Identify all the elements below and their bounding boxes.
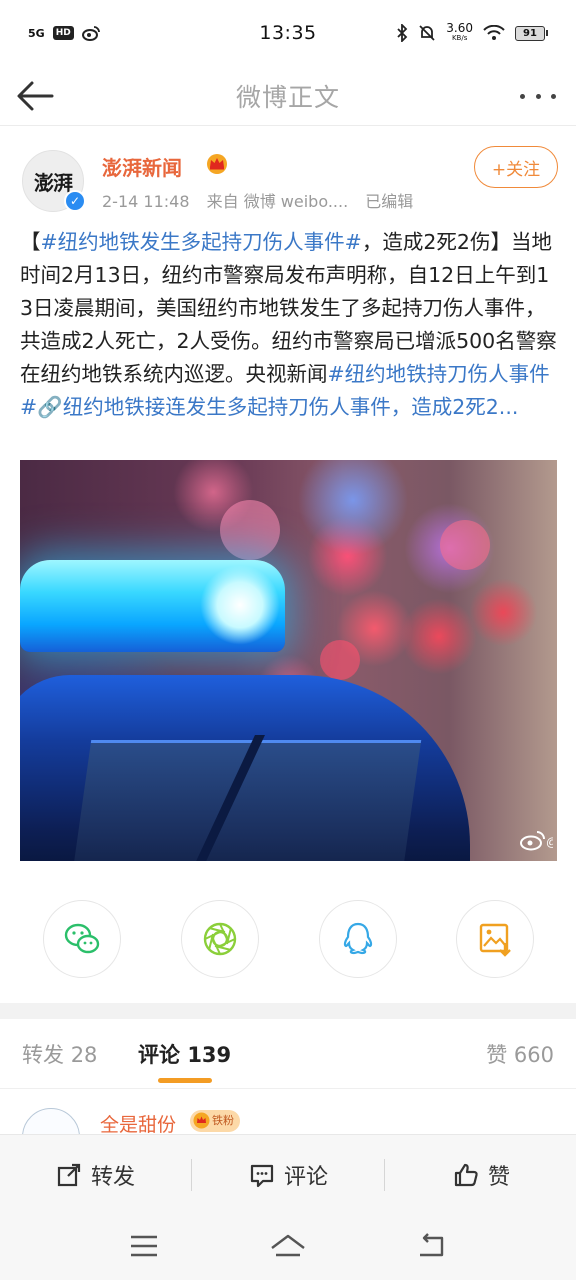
- author-name[interactable]: 澎湃新闻: [102, 152, 182, 181]
- crown-icon: [193, 1112, 210, 1129]
- tab-likes[interactable]: 赞 660: [486, 1039, 554, 1069]
- more-options-icon[interactable]: [516, 82, 560, 110]
- section-divider: [0, 1003, 576, 1019]
- tab-reposts[interactable]: 转发 28: [22, 1039, 97, 1069]
- qq-icon: [343, 922, 373, 955]
- vip-crown-icon: [207, 154, 227, 174]
- hd-indicator: HD: [52, 26, 74, 40]
- clock: 13:35: [259, 22, 317, 44]
- home-icon[interactable]: [268, 1228, 308, 1264]
- back-arrow-icon[interactable]: [14, 74, 58, 118]
- nav-bar: 微博正文: [0, 66, 576, 126]
- battery-indicator: 91: [515, 25, 548, 41]
- mute-icon: [419, 25, 435, 41]
- repost-button[interactable]: 转发: [0, 1135, 190, 1215]
- network-indicator: 5G: [28, 26, 45, 40]
- bottom-action-bar: 转发 评论 赞: [0, 1134, 576, 1214]
- like-button[interactable]: 赞: [386, 1135, 576, 1215]
- wechat-icon: [64, 923, 100, 954]
- text-segment: 【: [20, 230, 41, 254]
- svg-text:@: @: [546, 835, 553, 849]
- post-meta: 2-14 11:48 来自 微博 weibo.... 已编辑: [102, 188, 425, 212]
- weibo-status-icon: [81, 26, 100, 41]
- network-speed: 3.60 KB/s: [446, 21, 473, 42]
- tab-comments[interactable]: 评论 139: [138, 1039, 231, 1069]
- active-tab-indicator: [158, 1078, 212, 1083]
- share-moments-button[interactable]: [181, 900, 259, 978]
- post-image[interactable]: @: [20, 460, 557, 861]
- comment-button[interactable]: 评论: [193, 1135, 383, 1215]
- wifi-icon: [483, 25, 505, 40]
- repost-icon: [57, 1163, 81, 1187]
- follow-button[interactable]: +关注: [474, 146, 558, 188]
- share-wechat-button[interactable]: [43, 900, 121, 978]
- fan-badge: 铁粉: [190, 1110, 240, 1132]
- commenter-avatar[interactable]: [22, 1108, 80, 1134]
- article-link[interactable]: 🔗纽约地铁接连发生多起持刀伤人事件，造成2死2...: [37, 395, 518, 419]
- post-source: 来自 微博 weibo....: [206, 192, 349, 211]
- thumbs-up-icon: [454, 1163, 478, 1187]
- share-row: [0, 900, 576, 978]
- page-title: 微博正文: [235, 82, 340, 112]
- menu-icon[interactable]: [124, 1228, 164, 1264]
- save-image-button[interactable]: [456, 900, 534, 978]
- bluetooth-icon: [397, 24, 408, 42]
- edited-label[interactable]: 已编辑: [365, 192, 413, 211]
- post-date: 2-14 11:48: [102, 192, 190, 211]
- verified-check-icon: ✓: [64, 190, 86, 212]
- status-bar: 5G HD 13:35 3.60 KB/s 91: [0, 0, 576, 66]
- hashtag-link[interactable]: #纽约地铁发生多起持刀伤人事件#: [41, 230, 362, 254]
- interaction-tabs: 转发 28 评论 139 赞 660: [0, 1019, 576, 1089]
- share-qq-button[interactable]: [319, 900, 397, 978]
- comment-item: 全是甜份 铁粉: [0, 1090, 576, 1134]
- post-text: 【#纽约地铁发生多起持刀伤人事件#，造成2死2伤】当地时间2月13日，纽约市警察…: [20, 226, 560, 424]
- commenter-name[interactable]: 全是甜份: [100, 1110, 176, 1134]
- save-image-icon: [479, 923, 511, 957]
- weibo-watermark-icon: @: [520, 831, 553, 851]
- system-navigation: [0, 1214, 576, 1280]
- system-back-icon[interactable]: [412, 1228, 452, 1264]
- comment-icon: [250, 1164, 274, 1188]
- post-header: 澎湃 ✓ 澎湃新闻 2-14 11:48 来自 微博 weibo.... 已编辑…: [18, 146, 558, 216]
- moments-icon: [203, 922, 237, 956]
